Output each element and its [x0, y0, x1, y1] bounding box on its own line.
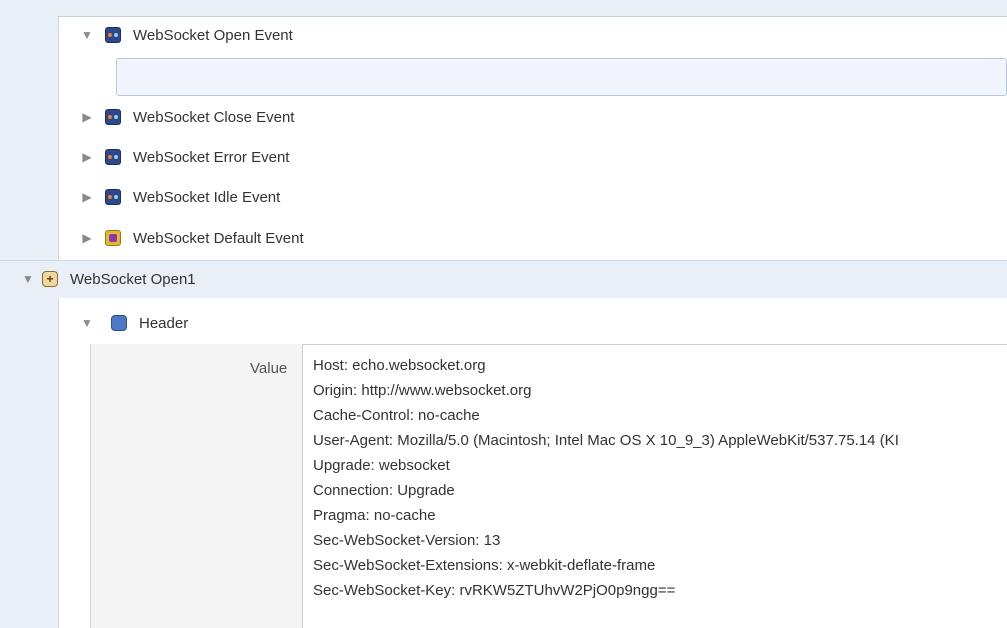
- header-line: Connection: Upgrade: [313, 482, 455, 499]
- tree-item-default-event[interactable]: ▶ WebSocket Default Event: [79, 227, 304, 249]
- tree-item-label: WebSocket Error Event: [133, 148, 290, 166]
- tree-item-close-event[interactable]: ▶ WebSocket Close Event: [79, 106, 294, 128]
- header-line: Upgrade: websocket: [313, 457, 450, 474]
- header-line: User-Agent: Mozilla/5.0 (Macintosh; Inte…: [313, 432, 899, 449]
- tree-item-label: WebSocket Idle Event: [133, 188, 281, 206]
- header-icon: [111, 315, 127, 331]
- header-line: Cache-Control: no-cache: [313, 407, 480, 424]
- tree-item-header[interactable]: ▼ Header: [79, 312, 188, 334]
- event-list-top-bar: [58, 0, 1007, 17]
- chevron-down-icon[interactable]: ▼: [79, 315, 95, 331]
- header-line: Pragma: no-cache: [313, 507, 436, 524]
- chevron-right-icon[interactable]: ▶: [79, 230, 95, 246]
- divider: [0, 260, 1007, 261]
- websocket-step-icon: +: [42, 271, 58, 287]
- websocket-event-icon: [105, 27, 121, 43]
- value-label: Value: [250, 360, 288, 377]
- chevron-down-icon[interactable]: ▼: [79, 27, 95, 43]
- tree-item-label: WebSocket Open Event: [133, 26, 293, 44]
- chevron-right-icon[interactable]: ▶: [79, 109, 95, 125]
- websocket-event-icon: [105, 109, 121, 125]
- tree-item-idle-event[interactable]: ▶ WebSocket Idle Event: [79, 186, 280, 208]
- chevron-right-icon[interactable]: ▶: [79, 189, 95, 205]
- header-value-textarea[interactable]: Host: echo.websocket.org Origin: http://…: [302, 344, 1007, 628]
- header-line: Sec-WebSocket-Version: 13: [313, 532, 501, 549]
- tree-item-label: WebSocket Close Event: [133, 108, 295, 126]
- tree-item-open-event[interactable]: ▼ WebSocket Open Event: [79, 24, 293, 46]
- chevron-right-icon[interactable]: ▶: [79, 149, 95, 165]
- header-line: Host: echo.websocket.org: [313, 357, 486, 374]
- default-event-icon: [105, 230, 121, 246]
- header-line: Sec-WebSocket-Key: rvRKW5ZTUhvW2PjO0p9ng…: [313, 582, 676, 599]
- tree-item-label: WebSocket Open1: [70, 270, 196, 288]
- tree-item-error-event[interactable]: ▶ WebSocket Error Event: [79, 146, 289, 168]
- tree-item-label: WebSocket Default Event: [133, 229, 304, 247]
- header-line: Sec-WebSocket-Extensions: x-webkit-defla…: [313, 557, 656, 574]
- tree-item-websocket-open1[interactable]: ▼ + WebSocket Open1: [20, 268, 196, 290]
- open-event-editor-field[interactable]: [116, 58, 1007, 96]
- header-line: Origin: http://www.websocket.org: [313, 382, 532, 399]
- websocket-event-icon: [105, 189, 121, 205]
- tree-item-label: Header: [139, 314, 189, 332]
- chevron-down-icon[interactable]: ▼: [20, 271, 36, 287]
- websocket-event-icon: [105, 149, 121, 165]
